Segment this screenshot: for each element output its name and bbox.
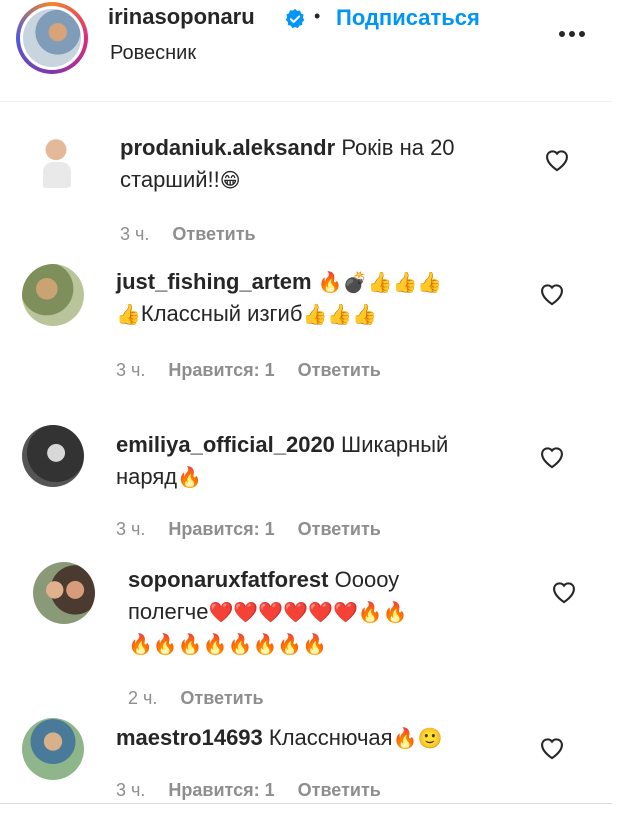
thumbs-up-emoji: 👍👍👍 bbox=[302, 304, 378, 327]
post-location-subtitle[interactable]: Ровесник bbox=[110, 42, 196, 65]
reply-button[interactable]: Ответить bbox=[172, 224, 255, 244]
comment-meta: 3 ч. Ответить bbox=[120, 224, 274, 245]
likes-count[interactable]: Нравится: 1 bbox=[168, 780, 274, 800]
commenter-username[interactable]: maestro14693 bbox=[116, 725, 263, 750]
comment-time[interactable]: 3 ч. bbox=[116, 360, 145, 380]
fire-smile-emoji: 🔥🙂 bbox=[392, 728, 443, 751]
comment-time[interactable]: 3 ч. bbox=[116, 519, 145, 539]
reply-button[interactable]: Ответить bbox=[298, 360, 381, 380]
heart-outline-icon[interactable] bbox=[543, 146, 571, 172]
heart-outline-icon[interactable] bbox=[538, 443, 566, 469]
more-options-icon[interactable] bbox=[555, 24, 589, 44]
comment-body: Классный изгиб bbox=[140, 301, 303, 326]
comment-meta: 2 ч. Ответить bbox=[128, 688, 282, 709]
separator-dot: • bbox=[314, 6, 321, 26]
commenter-username[interactable]: prodaniuk.aleksandr bbox=[120, 135, 335, 160]
author-username[interactable]: irinasoponaru bbox=[108, 4, 255, 30]
comment-text: maestro14693 Класснючая🔥🙂 bbox=[116, 722, 536, 754]
header-divider bbox=[0, 101, 612, 102]
comment-text: prodaniuk.aleksandr Років на 20 старший!… bbox=[120, 132, 530, 196]
author-avatar[interactable] bbox=[16, 2, 88, 74]
likes-count[interactable]: Нравится: 1 bbox=[168, 360, 274, 380]
comment-body: Класснючая bbox=[268, 725, 393, 750]
comment-text: soponaruxfatforest Ооооу полегче❤️❤️❤️❤️… bbox=[128, 564, 538, 660]
fire-emoji: 🔥 bbox=[177, 467, 203, 490]
bottom-divider bbox=[0, 803, 612, 804]
commenter-avatar[interactable] bbox=[22, 718, 84, 780]
reply-button[interactable]: Ответить bbox=[180, 688, 263, 708]
comment-time[interactable]: 2 ч. bbox=[128, 688, 157, 708]
commenter-avatar[interactable] bbox=[22, 264, 84, 326]
commenter-username[interactable]: soponaruxfatforest bbox=[128, 567, 328, 592]
comment-text: emiliya_official_2020 Шикарный наряд🔥 bbox=[116, 429, 526, 493]
reply-button[interactable]: Ответить bbox=[298, 780, 381, 800]
grin-emoji: 😁 bbox=[219, 170, 241, 193]
comment-time[interactable]: 3 ч. bbox=[116, 780, 145, 800]
post-header: irinasoponaru • Подписаться Ровесник bbox=[0, 0, 620, 102]
comment-text: just_fishing_artem 🔥💣👍👍👍 👍Классный изгиб… bbox=[116, 266, 526, 330]
comment-body: Років на 20 bbox=[341, 135, 455, 160]
comment-body: Ооооу bbox=[334, 567, 400, 592]
likes-count[interactable]: Нравится: 1 bbox=[168, 519, 274, 539]
comment-body-line2: полегче bbox=[128, 599, 209, 624]
commenter-username[interactable]: just_fishing_artem bbox=[116, 269, 312, 294]
commenter-avatar[interactable] bbox=[25, 128, 87, 190]
comment-body-line2: старший!! bbox=[120, 167, 220, 192]
commenter-username[interactable]: emiliya_official_2020 bbox=[116, 432, 335, 457]
hearts-fire-emoji: ❤️❤️❤️❤️❤️❤️🔥🔥 bbox=[208, 602, 408, 625]
commenter-avatar[interactable] bbox=[22, 425, 84, 487]
comment-meta: 3 ч. Нравится: 1 Ответить bbox=[116, 360, 399, 381]
comment-meta: 3 ч. Нравится: 1 Ответить bbox=[116, 780, 399, 801]
comment-time[interactable]: 3 ч. bbox=[120, 224, 149, 244]
follow-button[interactable]: Подписаться bbox=[336, 5, 480, 31]
comment-body: Шикарный bbox=[341, 432, 449, 457]
fire-emoji-row: 🔥🔥🔥🔥🔥🔥🔥🔥 bbox=[128, 634, 328, 657]
thumbs-up-emoji: 👍 bbox=[116, 304, 141, 327]
fire-bomb-thumbs-emoji: 🔥💣👍👍👍 bbox=[317, 272, 443, 295]
comment-body-line2: наряд bbox=[116, 464, 178, 489]
reply-button[interactable]: Ответить bbox=[298, 519, 381, 539]
heart-outline-icon[interactable] bbox=[550, 578, 578, 604]
heart-outline-icon[interactable] bbox=[538, 734, 566, 760]
verified-badge-icon bbox=[285, 8, 305, 29]
commenter-avatar[interactable] bbox=[33, 562, 95, 624]
comment-meta: 3 ч. Нравится: 1 Ответить bbox=[116, 519, 399, 540]
heart-outline-icon[interactable] bbox=[538, 280, 566, 306]
